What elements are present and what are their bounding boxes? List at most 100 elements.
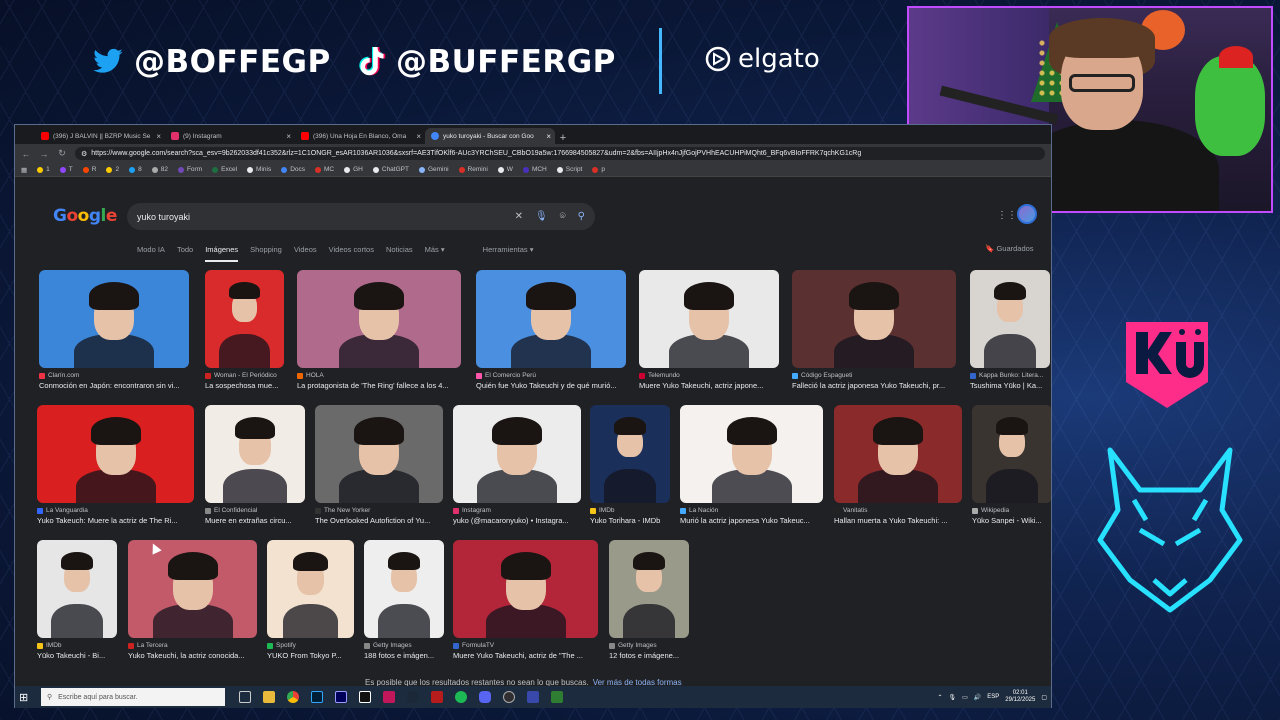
- google-apps-icon[interactable]: ⋮⋮: [997, 210, 1017, 221]
- result-caption[interactable]: The Overlooked Autofiction of Yu...: [315, 516, 443, 525]
- result-source[interactable]: Vanitatis: [834, 507, 962, 514]
- forward-icon[interactable]: →: [39, 149, 49, 159]
- image-result-card[interactable]: Clarín.com Conmoción en Japón: encontraro…: [39, 270, 189, 390]
- image-result-card[interactable]: El Comercio Perú Quién fue Yuko Takeuchi …: [476, 270, 626, 390]
- browser-tab-youtube-balvin[interactable]: (396) J BALVIN || BZRP Music Se ×: [35, 128, 165, 144]
- result-thumbnail[interactable]: [364, 540, 444, 638]
- result-thumbnail[interactable]: [128, 540, 257, 638]
- result-source[interactable]: Clarín.com: [39, 372, 189, 379]
- bookmark[interactable]: Docs: [281, 166, 305, 173]
- result-thumbnail[interactable]: [453, 405, 581, 503]
- reload-icon[interactable]: ↻: [57, 148, 67, 159]
- result-source[interactable]: Getty Images: [609, 642, 689, 649]
- image-result-card[interactable]: Getty Images 12 fotos e imágene...: [609, 540, 689, 660]
- browser-tab-google[interactable]: yuko turoyaki - Buscar con Goo ×: [425, 128, 555, 144]
- app-icon[interactable]: [383, 691, 395, 703]
- tab-videos[interactable]: Videos: [294, 245, 317, 262]
- result-caption[interactable]: Yuko Takeuch: Muere la actriz de The Ri.…: [37, 516, 194, 525]
- chrome-icon[interactable]: [287, 691, 299, 703]
- result-caption[interactable]: La sospechosa mue...: [205, 381, 284, 390]
- tools-button[interactable]: Herramientas ▾: [483, 245, 534, 262]
- bookmark[interactable]: MC: [315, 166, 334, 173]
- result-thumbnail[interactable]: [792, 270, 956, 368]
- tab-todo[interactable]: Todo: [177, 245, 193, 262]
- spotify-icon[interactable]: [455, 691, 467, 703]
- result-thumbnail[interactable]: [205, 405, 305, 503]
- tray-expand-icon[interactable]: ⌃: [937, 694, 942, 701]
- bookmark[interactable]: MCH: [522, 166, 547, 173]
- close-tab-icon[interactable]: ×: [286, 132, 291, 141]
- image-result-card[interactable]: Telemundo Muere Yuko Takeuchi, actriz jap…: [639, 270, 779, 390]
- apps-grid-icon[interactable]: ▦: [21, 166, 27, 174]
- result-caption[interactable]: Muere en extrañas circu...: [205, 516, 305, 525]
- close-tab-icon[interactable]: ×: [416, 132, 421, 141]
- image-result-card[interactable]: Woman - El Periódico La sospechosa mue...: [205, 270, 284, 390]
- result-thumbnail[interactable]: [972, 405, 1051, 503]
- result-caption[interactable]: 12 fotos e imágene...: [609, 651, 689, 660]
- result-caption[interactable]: 188 fotos e imágen...: [364, 651, 444, 660]
- result-thumbnail[interactable]: [453, 540, 598, 638]
- premiere-icon[interactable]: [335, 691, 347, 703]
- result-source[interactable]: Telemundo: [639, 372, 779, 379]
- result-caption[interactable]: Tsushima Yūko | Ka...: [970, 381, 1050, 390]
- bookmark[interactable]: R: [82, 166, 96, 173]
- bookmark[interactable]: Remini: [458, 166, 488, 173]
- result-source[interactable]: Woman - El Periódico: [205, 372, 284, 379]
- bookmark[interactable]: Gemini: [418, 166, 449, 173]
- browser-tab-youtube-hoja[interactable]: (396) Una Hoja En Blanco, Oma ×: [295, 128, 425, 144]
- image-result-card[interactable]: La Nación Murió la actriz japonesa Yuko T…: [680, 405, 823, 525]
- result-thumbnail[interactable]: [205, 270, 284, 368]
- bookmark[interactable]: 82: [151, 166, 168, 173]
- result-thumbnail[interactable]: [590, 405, 670, 503]
- windows-start-icon[interactable]: ⊞: [19, 691, 33, 704]
- result-thumbnail[interactable]: [267, 540, 354, 638]
- result-caption[interactable]: Yūko Sanpei - Wiki...: [972, 516, 1051, 525]
- bookmark[interactable]: Form: [177, 166, 202, 173]
- search-box[interactable]: yuko turoyaki ✕ 🎙 ⌾ ⚲: [127, 203, 595, 230]
- new-tab-button[interactable]: +: [555, 132, 571, 144]
- image-result-card[interactable]: IMDb Yūko Takeuchi - Bi...: [37, 540, 117, 660]
- image-result-card[interactable]: The New Yorker The Overlooked Autofiction…: [315, 405, 443, 525]
- result-thumbnail[interactable]: [639, 270, 779, 368]
- result-source[interactable]: El Confidencial: [205, 507, 305, 514]
- result-caption[interactable]: Conmoción en Japón: encontraron sin vi..…: [39, 381, 189, 390]
- tab-modo-ia[interactable]: Modo IA: [137, 245, 165, 262]
- image-result-card[interactable]: Código Espagueti Falleció la actriz japon…: [792, 270, 956, 390]
- mic-icon[interactable]: 🎙: [949, 694, 957, 701]
- bookmark[interactable]: p: [592, 166, 605, 173]
- bookmark[interactable]: 8: [129, 166, 142, 173]
- notifications-icon[interactable]: ▢: [1041, 694, 1047, 701]
- voice-search-icon[interactable]: 🎙: [535, 211, 548, 222]
- bookmark[interactable]: 2: [106, 166, 119, 173]
- avatar[interactable]: [1017, 204, 1037, 224]
- bookmark[interactable]: 1: [37, 166, 50, 173]
- bookmark[interactable]: W: [497, 166, 513, 173]
- image-result-card[interactable]: Vanitatis Hallan muerta a Yuko Takeuchi: …: [834, 405, 962, 525]
- result-caption[interactable]: yuko (@macaronyuko) • Instagra...: [453, 516, 581, 525]
- image-result-card[interactable]: La Tercera Yuko Takeuchi, la actriz conoc…: [128, 540, 257, 660]
- image-result-card[interactable]: Wikipedia Yūko Sanpei - Wiki...: [972, 405, 1051, 525]
- obs-icon[interactable]: [503, 691, 515, 703]
- result-caption[interactable]: Yuko Takeuchi, la actriz conocida...: [128, 651, 257, 660]
- result-caption[interactable]: YUKO From Tokyo P...: [267, 651, 354, 660]
- show-more-link[interactable]: Ver más de todas formas: [593, 678, 682, 686]
- result-thumbnail[interactable]: [680, 405, 823, 503]
- tab-noticias[interactable]: Noticias: [386, 245, 413, 262]
- bookmark[interactable]: T: [59, 166, 73, 173]
- app-icon[interactable]: [551, 691, 563, 703]
- result-source[interactable]: IMDb: [590, 507, 670, 514]
- bookmark[interactable]: GH: [344, 166, 363, 173]
- taskbar-search[interactable]: ⚲ Escribe aquí para buscar.: [41, 688, 225, 706]
- bookmark[interactable]: ChatGPT: [372, 166, 409, 173]
- result-source[interactable]: The New Yorker: [315, 507, 443, 514]
- image-result-card[interactable]: Kappa Bunko: Litera... Tsushima Yūko | Ka…: [970, 270, 1050, 390]
- clock[interactable]: 02:01 29/12/2025: [1005, 690, 1035, 704]
- result-source[interactable]: HOLA: [297, 372, 461, 379]
- bookmark[interactable]: Script: [556, 166, 582, 173]
- tab-videos-cortos[interactable]: Videos cortos: [329, 245, 374, 262]
- result-thumbnail[interactable]: [37, 540, 117, 638]
- result-source[interactable]: Código Espagueti: [792, 372, 956, 379]
- result-caption[interactable]: Hallan muerta a Yuko Takeuchi: ...: [834, 516, 962, 525]
- result-thumbnail[interactable]: [37, 405, 194, 503]
- result-thumbnail[interactable]: [297, 270, 461, 368]
